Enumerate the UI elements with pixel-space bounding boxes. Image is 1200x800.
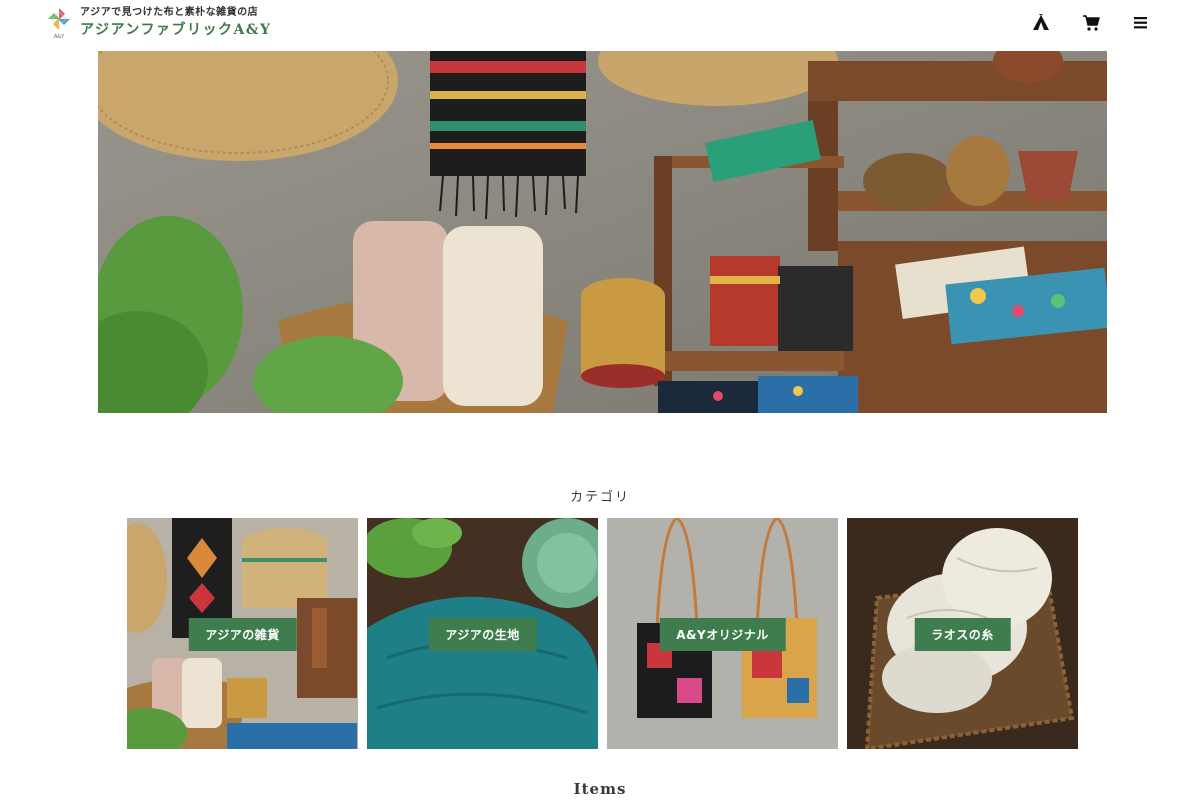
category-card-asian-goods[interactable]: アジアの雑貨	[127, 518, 358, 749]
logo-mark-icon: A&Y	[46, 6, 72, 40]
category-section-title: カテゴリ	[569, 490, 630, 505]
menu-icon[interactable]	[1130, 12, 1152, 34]
site-header: A&Y アジアで見つけた布と素朴な雑貨の店 アジアンファブリックA&Y	[0, 0, 1200, 50]
category-card-original[interactable]: A&Yオリジナル	[607, 518, 838, 749]
logo-text: アジアで見つけた布と素朴な雑貨の店 アジアンファブリックA&Y	[80, 6, 271, 40]
category-label: A&Yオリジナル	[659, 618, 786, 651]
category-grid: アジアの雑貨 アジアの生地 A&Yオリジナル ラオスの糸	[127, 518, 1079, 749]
logo-mark-text: A&Y	[54, 34, 65, 40]
logo-tagline: アジアで見つけた布と素朴な雑貨の店	[80, 7, 259, 18]
category-card-laos-yarn[interactable]: ラオスの糸	[847, 518, 1078, 749]
tent-icon[interactable]	[1030, 12, 1052, 34]
category-label: アジアの雑貨	[188, 618, 297, 651]
category-label: アジアの生地	[428, 618, 537, 651]
items-section-title: Items	[573, 780, 627, 798]
category-label: ラオスの糸	[914, 618, 1011, 651]
cart-icon[interactable]	[1080, 12, 1102, 34]
category-card-asian-fabric[interactable]: アジアの生地	[367, 518, 598, 749]
hero-image	[98, 51, 1107, 413]
logo-name: アジアンファブリックA&Y	[80, 22, 272, 38]
header-icons	[1030, 12, 1152, 34]
site-logo[interactable]: A&Y アジアで見つけた布と素朴な雑貨の店 アジアンファブリックA&Y	[46, 6, 271, 40]
